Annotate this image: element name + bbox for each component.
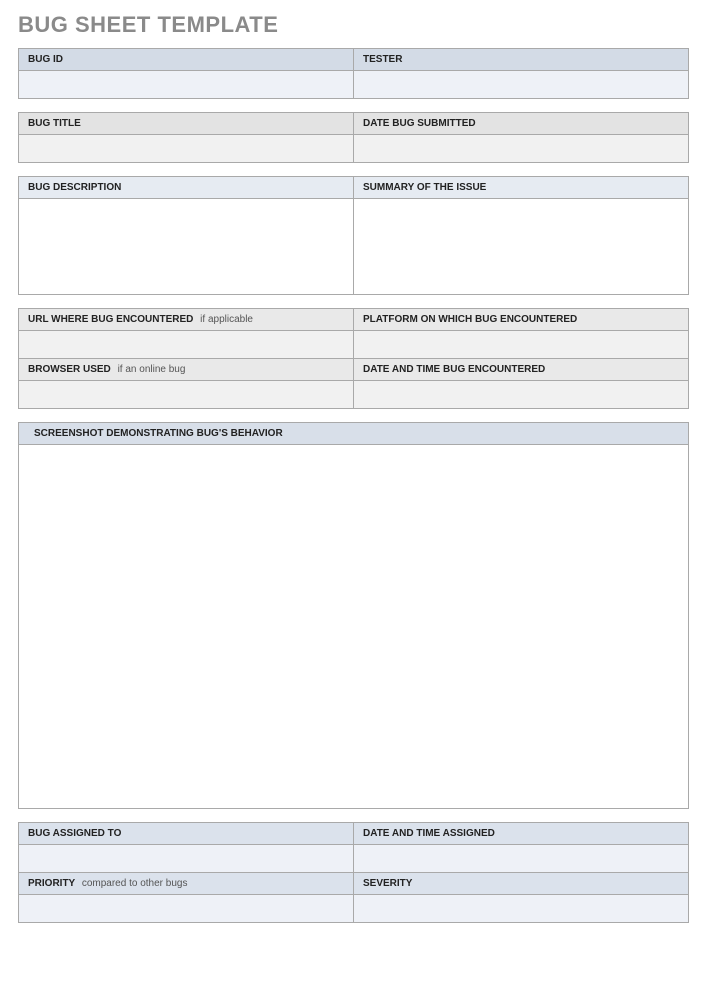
label-url: URL WHERE BUG ENCOUNTERED if applicable: [19, 309, 353, 330]
section-title-date: BUG TITLE DATE BUG SUBMITTED: [18, 112, 689, 163]
field-browser[interactable]: [19, 380, 353, 408]
field-datetime-assigned[interactable]: [354, 844, 688, 872]
page-title: BUG SHEET TEMPLATE: [18, 12, 689, 38]
section-screenshot: SCREENSHOT DEMONSTRATING BUG'S BEHAVIOR: [18, 422, 689, 809]
field-summary-issue[interactable]: [354, 198, 688, 294]
label-bug-title: BUG TITLE: [19, 113, 353, 134]
field-bug-id[interactable]: [19, 70, 353, 98]
field-severity[interactable]: [354, 894, 688, 922]
label-screenshot: SCREENSHOT DEMONSTRATING BUG'S BEHAVIOR: [19, 423, 688, 444]
label-bug-id: BUG ID: [19, 49, 353, 70]
field-bug-title[interactable]: [19, 134, 353, 162]
section-environment: URL WHERE BUG ENCOUNTERED if applicable …: [18, 308, 689, 409]
label-severity: SEVERITY: [354, 873, 688, 894]
label-browser: BROWSER USED if an online bug: [19, 359, 353, 380]
label-assigned-to: BUG ASSIGNED TO: [19, 823, 353, 844]
hint-browser: if an online bug: [118, 364, 186, 375]
label-datetime-encountered: DATE AND TIME BUG ENCOUNTERED: [354, 359, 688, 380]
label-priority-text: PRIORITY: [28, 878, 75, 889]
label-datetime-assigned: DATE AND TIME ASSIGNED: [354, 823, 688, 844]
label-platform: PLATFORM ON WHICH BUG ENCOUNTERED: [354, 309, 688, 330]
label-bug-description: BUG DESCRIPTION: [19, 177, 353, 198]
field-platform[interactable]: [354, 330, 688, 358]
field-url[interactable]: [19, 330, 353, 358]
section-assignment: BUG ASSIGNED TO DATE AND TIME ASSIGNED P…: [18, 822, 689, 923]
label-priority: PRIORITY compared to other bugs: [19, 873, 353, 894]
field-datetime-encountered[interactable]: [354, 380, 688, 408]
field-bug-description[interactable]: [19, 198, 353, 294]
label-browser-text: BROWSER USED: [28, 364, 111, 375]
field-priority[interactable]: [19, 894, 353, 922]
section-description-summary: BUG DESCRIPTION SUMMARY OF THE ISSUE: [18, 176, 689, 295]
label-url-text: URL WHERE BUG ENCOUNTERED: [28, 314, 193, 325]
hint-priority: compared to other bugs: [82, 878, 188, 889]
section-id-tester: BUG ID TESTER: [18, 48, 689, 99]
label-summary-issue: SUMMARY OF THE ISSUE: [354, 177, 688, 198]
label-tester: TESTER: [354, 49, 688, 70]
field-assigned-to[interactable]: [19, 844, 353, 872]
field-date-submitted[interactable]: [354, 134, 688, 162]
field-tester[interactable]: [354, 70, 688, 98]
label-date-submitted: DATE BUG SUBMITTED: [354, 113, 688, 134]
hint-url: if applicable: [200, 314, 253, 325]
field-screenshot[interactable]: [19, 444, 688, 808]
